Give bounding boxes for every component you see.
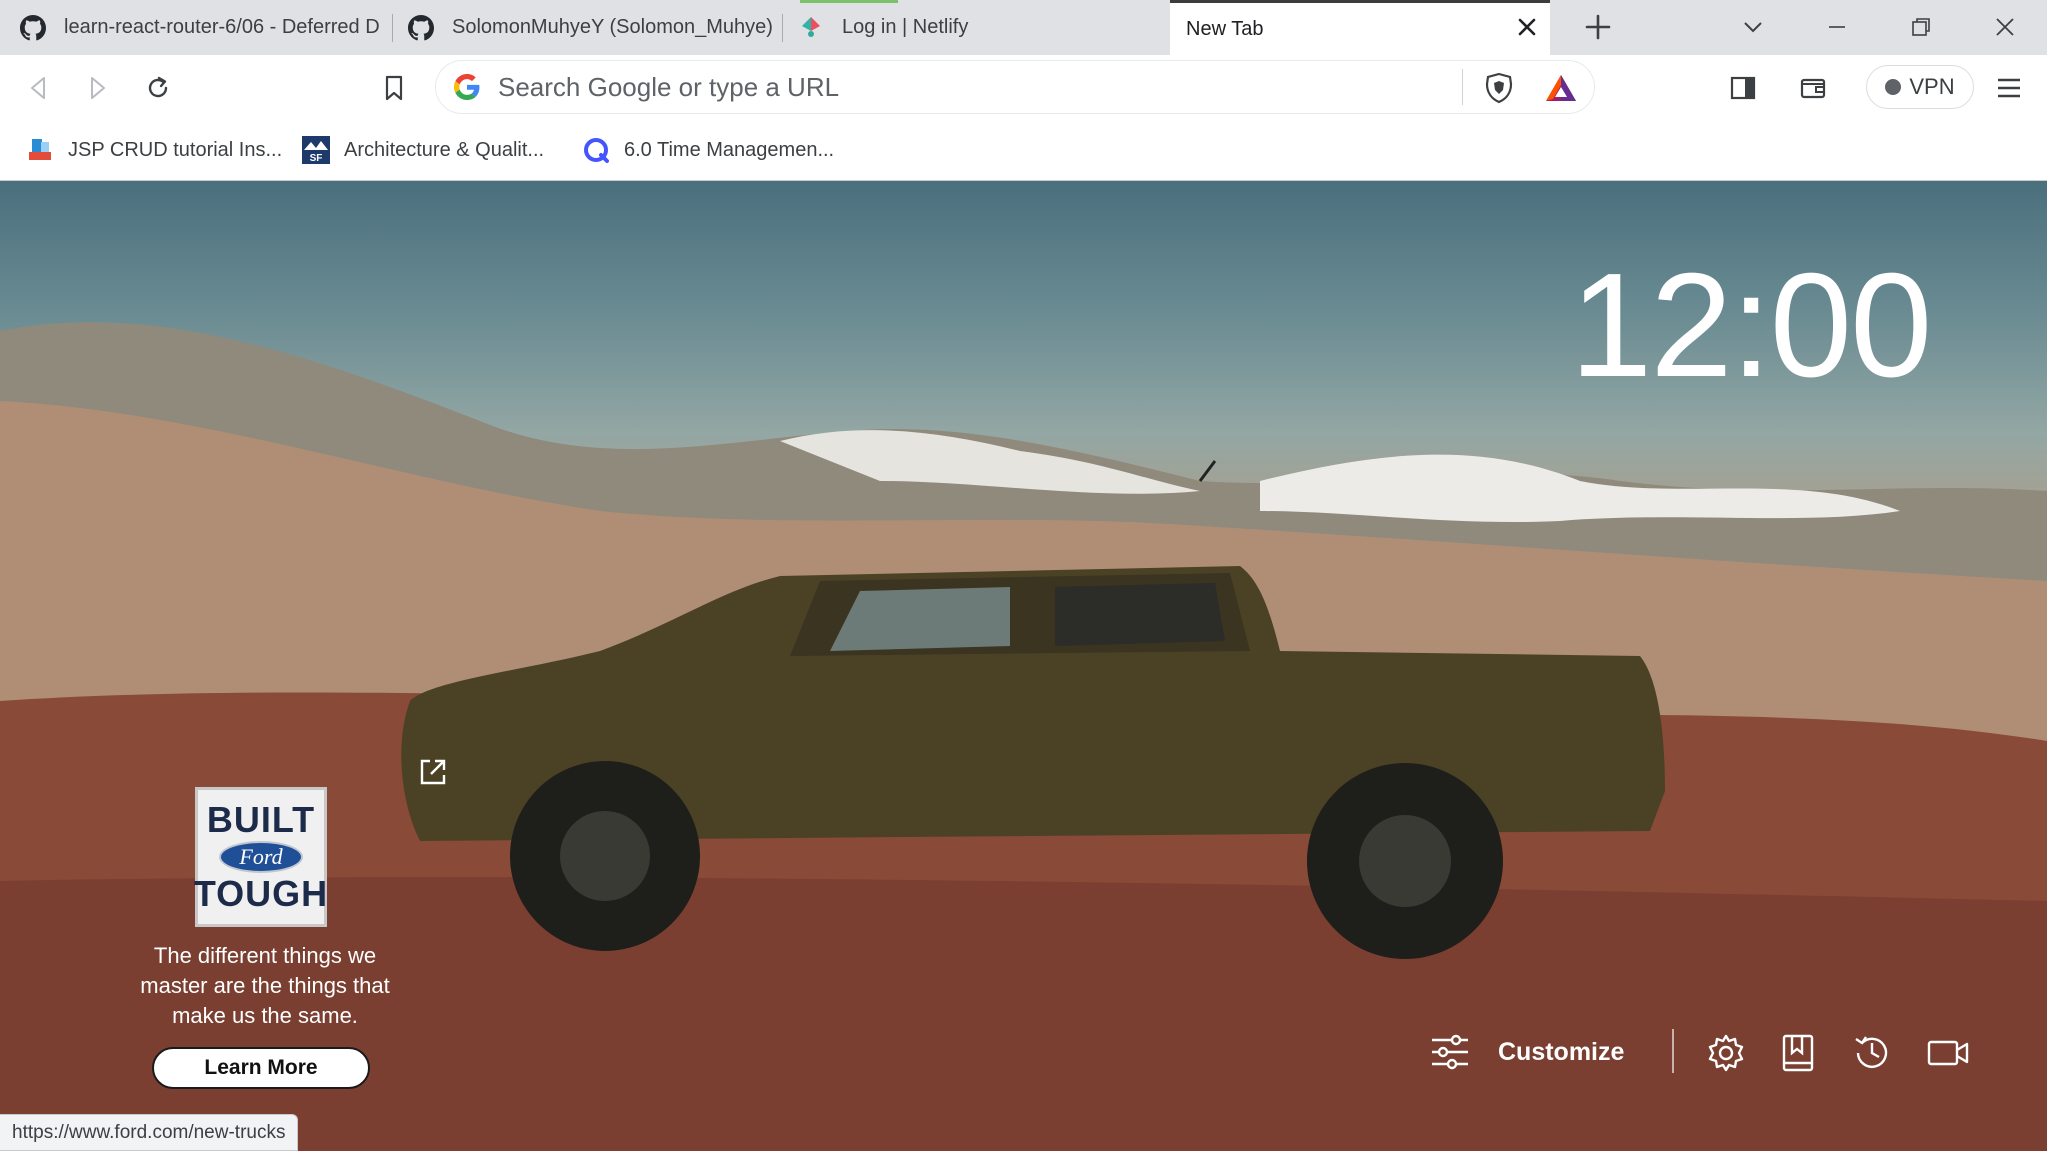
bookmark-label: 6.0 Time Managemen... (624, 138, 835, 161)
address-bar[interactable]: Search Google or type a URL (435, 60, 1595, 114)
bookmark-item[interactable]: JSP CRUD tutorial Ins... (26, 133, 282, 167)
logo-text-top: BUILT (206, 799, 316, 840)
tab-strip: learn-react-router-6/06 - Deferred D Sol… (0, 0, 2047, 55)
tab-title: learn-react-router-6/06 - Deferred D (64, 16, 380, 38)
google-icon (454, 74, 480, 100)
close-icon (1996, 18, 2014, 36)
sponsor-logo[interactable]: BUILT Ford TOUGH (193, 787, 329, 927)
main-menu-button[interactable] (1990, 69, 2028, 107)
github-icon (20, 14, 46, 40)
tab-github-profile[interactable]: SolomonMuhyeY (Solomon_Muhye) (408, 0, 780, 55)
new-tab-button[interactable] (1582, 12, 1614, 44)
sidebar-toggle-button[interactable] (1724, 69, 1762, 107)
netlify-icon (802, 16, 820, 37)
svg-text:SF: SF (310, 153, 323, 164)
ford-oval-logo: Ford (219, 841, 303, 873)
new-tab-page: 12:00 BUILT Ford TOUGH The different thi… (0, 181, 2047, 1151)
github-icon (408, 14, 434, 40)
quizlet-q-icon (584, 138, 609, 163)
address-bar-placeholder: Search Google or type a URL (498, 71, 840, 102)
ntp-controls: Customize (0, 1027, 2047, 1077)
customize-button[interactable]: Customize (1430, 1027, 1624, 1077)
bookmark-label: JSP CRUD tutorial Ins... (68, 138, 283, 161)
site-favicon-icon (29, 139, 51, 160)
minimize-icon (1829, 26, 1845, 28)
sf-logo-icon: SF (302, 136, 330, 164)
back-arrow-icon (31, 77, 45, 99)
omnibox-divider (1462, 69, 1463, 105)
forward-arrow-icon (91, 77, 105, 99)
chevron-down-icon (1744, 22, 1762, 33)
back-button[interactable] (20, 69, 58, 107)
bookmark-item[interactable]: 6.0 Time Managemen... (582, 133, 834, 167)
tab-new-tab[interactable]: New Tab (1170, 0, 1550, 55)
restore-button[interactable] (1904, 12, 1938, 42)
bookmark-label: Architecture & Qualit... (344, 138, 545, 161)
vpn-button[interactable]: VPN (1866, 65, 1974, 109)
tab-github-router[interactable]: learn-react-router-6/06 - Deferred D (20, 0, 390, 55)
brave-lion-icon (1485, 72, 1513, 104)
wallet-icon (1800, 78, 1826, 99)
customize-label: Customize (1498, 1037, 1625, 1066)
settings-gear-icon[interactable] (1706, 1033, 1746, 1073)
tab-title: Log in | Netlify (842, 16, 969, 38)
controls-divider (1672, 1029, 1674, 1073)
clock: 12:00 (1570, 243, 1932, 408)
vpn-status-icon (1885, 79, 1902, 95)
bookmark-page-button[interactable] (375, 69, 413, 107)
bookmarks-bar: JSP CRUD tutorial Ins... SF Architecture… (0, 121, 2047, 181)
tab-title: SolomonMuhyeY (Solomon_Muhye) (452, 16, 773, 38)
sidebar-icon (1730, 76, 1756, 100)
restore-icon (1912, 18, 1930, 36)
wallet-button[interactable] (1794, 69, 1832, 107)
brave-shields-button[interactable] (1480, 69, 1518, 107)
tab-separator (392, 14, 393, 42)
bookmark-item[interactable]: SF Architecture & Qualit... (302, 133, 544, 167)
video-camera-icon[interactable] (1926, 1033, 1970, 1073)
brave-rewards-button[interactable] (1542, 69, 1580, 107)
external-link-icon[interactable] (418, 757, 448, 787)
reload-button[interactable] (139, 69, 177, 107)
logo-text-bottom: TOUGH (193, 873, 329, 914)
sponsor-tagline: The different things we master are the t… (140, 943, 390, 1028)
hamburger-menu-icon (1998, 78, 2020, 98)
tab-search-button[interactable] (1736, 12, 1770, 42)
history-clock-icon[interactable] (1852, 1033, 1892, 1073)
bookmarks-icon[interactable] (1778, 1033, 1818, 1073)
bookmark-icon (385, 75, 403, 101)
forward-button[interactable] (78, 69, 116, 107)
sliders-icon (1432, 1034, 1468, 1070)
tab-separator (782, 14, 783, 42)
tab-netlify[interactable]: Log in | Netlify (798, 0, 1168, 55)
status-bar-url: https://www.ford.com/new-trucks (0, 1114, 299, 1151)
close-tab-icon[interactable] (1514, 16, 1540, 42)
minimize-button[interactable] (1820, 12, 1854, 42)
vpn-label: VPN (1909, 74, 1955, 99)
tab-title: New Tab (1186, 17, 1264, 40)
close-window-button[interactable] (1988, 12, 2022, 42)
bat-triangle-icon (1546, 75, 1576, 101)
toolbar: Search Google or type a URL VPN (0, 55, 2047, 121)
reload-icon (148, 76, 168, 98)
